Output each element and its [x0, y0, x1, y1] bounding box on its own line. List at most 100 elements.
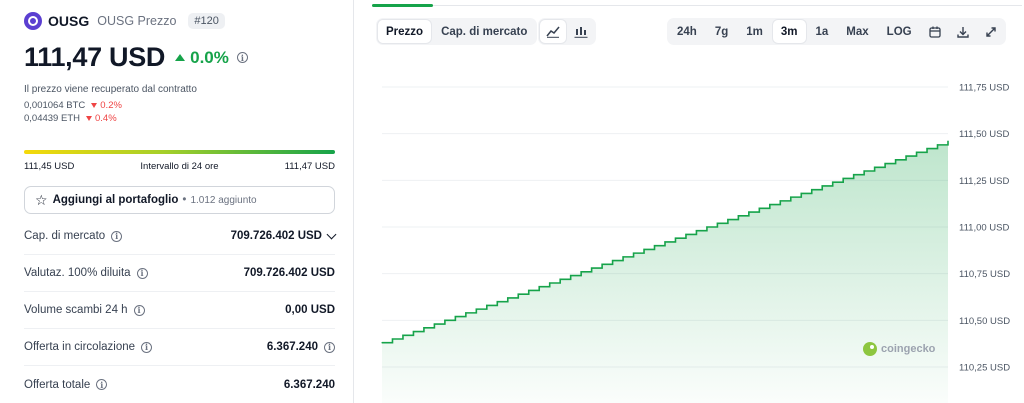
price-point — [559, 278, 561, 280]
stat-circulating-supply: Offerta in circolazione i 6.367.240 i — [24, 329, 335, 366]
chart-type-toggle — [538, 18, 596, 45]
coingecko-logo-icon — [863, 342, 877, 356]
tab-price[interactable]: Prezzo — [378, 20, 432, 43]
stat-volume: Volume scambi 24 h i 0,00 USD — [24, 292, 335, 329]
eth-change: 0.4% — [85, 113, 117, 124]
price-point — [674, 237, 677, 239]
chevron-down-icon[interactable] — [326, 229, 337, 239]
price-point — [727, 218, 729, 221]
coin-header: OUSG OUSG Prezzo #120 — [24, 12, 225, 30]
range-label: Intervallo di 24 ore — [140, 161, 219, 172]
range-3m[interactable]: 3m — [772, 20, 806, 43]
info-icon[interactable]: i — [324, 341, 335, 353]
expand-icon[interactable] — [978, 20, 1004, 43]
price-point — [412, 330, 415, 333]
coin-info-panel: OUSG OUSG Prezzo #120 111,47 USD 0.0% i … — [0, 0, 348, 403]
stat-label: Valutaz. 100% diluita — [24, 267, 131, 279]
price-point — [874, 166, 876, 168]
price-point — [444, 319, 446, 321]
price-point — [915, 151, 918, 153]
price-change: 0.0% — [175, 48, 229, 68]
range-24h-bar — [24, 150, 335, 154]
metric-toggle: Prezzo Cap. di mercato — [376, 18, 538, 45]
price-point — [800, 192, 802, 194]
caret-down-icon — [85, 116, 92, 121]
eth-value: 0,04439 ETH — [24, 113, 80, 124]
candlestick-icon[interactable] — [568, 20, 594, 43]
range-24h[interactable]: 24h — [669, 20, 705, 43]
tab-market-cap[interactable]: Cap. di mercato — [433, 20, 535, 43]
calendar-icon[interactable] — [922, 20, 948, 43]
eth-change-value: 0.4% — [94, 113, 117, 124]
star-icon: ☆ — [35, 192, 48, 208]
coin-symbol: OUSG — [48, 13, 90, 29]
stat-market-cap: Cap. di mercato i 709.726.402 USD — [24, 218, 337, 255]
ousg-logo-icon — [24, 12, 42, 30]
coin-name: OUSG Prezzo — [97, 14, 177, 28]
price-point — [528, 289, 530, 292]
price-point — [936, 144, 939, 146]
stats-list: Cap. di mercato i 709.726.402 USD Valutaz… — [24, 218, 337, 403]
price-point — [832, 181, 834, 183]
price-point — [664, 241, 666, 243]
price-point — [748, 211, 750, 213]
price-point — [632, 252, 635, 254]
stat-label: Offerta totale — [24, 378, 91, 391]
caret-down-icon — [91, 103, 98, 108]
y-tick-label: 111,25 USD — [959, 176, 1009, 187]
coin-price: 111,47 USD — [24, 42, 166, 72]
price-point — [454, 316, 456, 318]
range-1m[interactable]: 1m — [738, 20, 771, 43]
price-point — [486, 304, 488, 306]
price-point — [465, 312, 467, 314]
price-point — [821, 185, 823, 187]
info-icon[interactable]: i — [141, 341, 153, 353]
stat-value: 6.367.240 — [266, 341, 318, 353]
panel-divider — [353, 0, 354, 403]
price-point — [758, 207, 760, 209]
price-point — [517, 293, 519, 295]
rank-badge: #120 — [188, 13, 225, 29]
info-icon[interactable]: i — [111, 230, 123, 242]
price-point — [391, 338, 394, 340]
price-point — [381, 342, 383, 344]
line-chart-icon[interactable] — [540, 20, 566, 43]
range-24h-labels: 111,45 USD Intervallo di 24 ore 111,47 U… — [24, 161, 335, 172]
stat-value: 709.726.402 USD — [243, 267, 335, 279]
y-tick-label: 111,75 USD — [959, 83, 1009, 94]
info-icon[interactable]: i — [96, 379, 108, 390]
price-point — [737, 215, 739, 217]
y-tick-label: 111,00 USD — [959, 223, 1009, 234]
price-point — [905, 155, 907, 157]
info-icon[interactable]: i — [136, 267, 148, 279]
info-icon[interactable]: i — [236, 52, 248, 63]
range-high: 111,47 USD — [284, 161, 335, 172]
add-to-portfolio-button[interactable]: ☆ Aggiungi al portafoglio • 1.012 aggiun… — [24, 186, 335, 214]
price-point — [695, 230, 698, 232]
price-point — [716, 222, 719, 224]
info-icon[interactable]: i — [133, 304, 145, 316]
active-tab-indicator — [372, 4, 433, 7]
range-max[interactable]: Max — [838, 20, 876, 43]
price-change-value: 0.0% — [190, 47, 229, 67]
range-1a[interactable]: 1a — [808, 20, 837, 43]
y-tick-label: 110,75 USD — [959, 269, 1010, 280]
price-point — [811, 189, 813, 191]
stat-label: Cap. di mercato — [24, 230, 106, 242]
range-toggle: 24h 7g 1m 3m 1a Max LOG — [667, 18, 1006, 45]
price-point — [423, 327, 425, 329]
range-7g[interactable]: 7g — [707, 20, 736, 43]
portfolio-count: 1.012 aggiunto — [190, 194, 257, 206]
stat-label: Volume scambi 24 h — [24, 304, 128, 316]
price-point — [685, 233, 687, 236]
stat-value: 6.367.240 — [283, 378, 335, 391]
price-point — [769, 204, 771, 206]
coingecko-text: coingecko — [881, 343, 936, 355]
log-scale-button[interactable]: LOG — [879, 20, 920, 43]
stat-total-supply: Offerta totale i 6.367.240 — [24, 366, 335, 403]
download-icon[interactable] — [950, 20, 976, 43]
price-point — [894, 159, 897, 161]
price-point — [402, 334, 404, 336]
btc-value: 0,001064 BTC — [24, 100, 86, 111]
y-tick-label: 110,25 USD — [959, 363, 1010, 374]
